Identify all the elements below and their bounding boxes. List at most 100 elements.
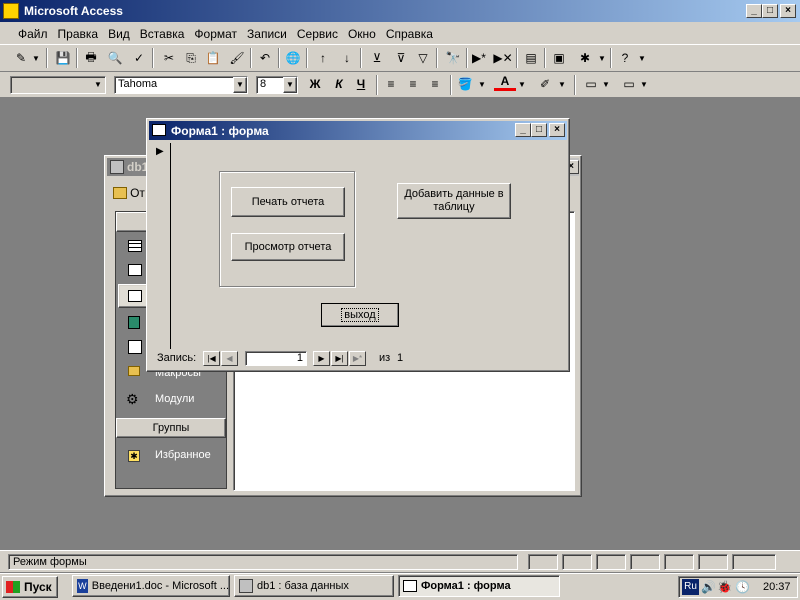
special-effect-icon[interactable]: ▭: [618, 73, 640, 95]
close-button[interactable]: ×: [549, 123, 565, 137]
dropdown-arrow-icon[interactable]: ▼: [600, 73, 612, 95]
dropdown-arrow-icon[interactable]: ▼: [476, 73, 488, 95]
last-record-icon[interactable]: ▶|: [331, 351, 348, 366]
menu-item[interactable]: Правка: [58, 27, 99, 41]
menu-item[interactable]: Файл: [18, 27, 48, 41]
align-center-icon[interactable]: ≡: [402, 73, 424, 95]
underline-button[interactable]: Ч: [350, 73, 372, 95]
save-icon[interactable]: 💾: [52, 47, 74, 69]
undo-icon[interactable]: ↶: [254, 47, 276, 69]
favorites-label[interactable]: Избранное: [155, 449, 211, 461]
groups-header[interactable]: Группы: [116, 418, 226, 438]
first-record-icon[interactable]: |◀: [203, 351, 220, 366]
print-preview-icon[interactable]: 🔍: [104, 47, 126, 69]
menu-item[interactable]: Записи: [247, 27, 287, 41]
previous-record-icon[interactable]: ◀: [221, 351, 238, 366]
query-icon[interactable]: [128, 264, 142, 276]
copy-icon[interactable]: ⎘: [180, 47, 202, 69]
minimize-button[interactable]: _: [515, 123, 531, 137]
volume-icon[interactable]: 🔊: [701, 580, 716, 594]
object-select[interactable]: ▼: [10, 76, 106, 94]
design-view-icon[interactable]: ✎: [10, 47, 32, 69]
sort-ascending-icon[interactable]: ↑: [312, 47, 334, 69]
close-button[interactable]: ×: [780, 4, 796, 18]
help-icon[interactable]: ?: [614, 47, 636, 69]
filter-by-selection-icon[interactable]: ⊻: [366, 47, 388, 69]
app-titlebar[interactable]: Microsoft Access _ □ ×: [0, 0, 800, 22]
dropdown-arrow-icon[interactable]: ▼: [516, 73, 528, 95]
italic-button[interactable]: К: [328, 73, 350, 95]
dropdown-arrow-icon[interactable]: ▼: [636, 47, 648, 69]
filter-by-form-icon[interactable]: ⊽: [390, 47, 412, 69]
taskbar-item-word[interactable]: W Введени1.doc - Microsoft ...: [72, 575, 230, 597]
report-icon[interactable]: [128, 316, 140, 329]
clock-icon[interactable]: 🕓: [735, 580, 750, 594]
menu-item[interactable]: Формат: [194, 27, 237, 41]
menu-item[interactable]: Справка: [386, 27, 433, 41]
sort-descending-icon[interactable]: ↓: [336, 47, 358, 69]
maximize-button[interactable]: □: [762, 4, 778, 18]
font-color-button[interactable]: A: [494, 73, 516, 91]
module-label[interactable]: Модули: [155, 393, 194, 405]
dropdown-arrow-icon[interactable]: ▼: [30, 47, 42, 69]
align-right-icon[interactable]: ≡: [424, 73, 446, 95]
paste-icon[interactable]: 📋: [202, 47, 224, 69]
fill-color-icon[interactable]: 🪣: [454, 73, 476, 95]
minimize-button[interactable]: _: [746, 4, 762, 18]
properties-icon[interactable]: ▤: [520, 47, 542, 69]
language-indicator[interactable]: Ru: [682, 579, 699, 595]
font-size-select[interactable]: 8 ▼: [256, 76, 298, 94]
menu-item[interactable]: Вид: [108, 27, 130, 41]
preview-report-button[interactable]: Просмотр отчета: [231, 233, 345, 261]
next-record-icon[interactable]: ▶: [313, 351, 330, 366]
menu-item[interactable]: Окно: [348, 27, 376, 41]
line-color-icon[interactable]: ✐: [534, 73, 556, 95]
new-object-icon[interactable]: ✱: [574, 47, 596, 69]
new-record-icon[interactable]: ▶*: [468, 47, 490, 69]
dropdown-arrow-icon[interactable]: ▼: [283, 77, 297, 93]
form-titlebar[interactable]: Форма1 : форма _ □ ×: [149, 121, 567, 140]
module-icon[interactable]: ⚙: [126, 391, 139, 408]
print-report-button[interactable]: Печать отчета: [231, 187, 345, 217]
dropdown-arrow-icon[interactable]: ▼: [556, 73, 568, 95]
word-icon: W: [77, 579, 88, 593]
start-button[interactable]: Пуск: [2, 576, 58, 598]
dropdown-arrow-icon[interactable]: ▼: [233, 77, 247, 93]
bold-button[interactable]: Ж: [304, 73, 326, 95]
dropdown-arrow-icon[interactable]: ▼: [638, 73, 650, 95]
hyperlink-icon[interactable]: 🌐: [282, 47, 304, 69]
print-icon[interactable]: 🖶: [80, 47, 102, 69]
spelling-icon[interactable]: ✓: [128, 47, 150, 69]
align-left-icon[interactable]: ≡: [380, 73, 402, 95]
macro-icon[interactable]: [128, 366, 140, 376]
delete-record-icon[interactable]: ▶✕: [492, 47, 514, 69]
open-button[interactable]: От: [130, 186, 145, 200]
taskbar-item-db1[interactable]: db1 : база данных: [234, 575, 394, 597]
add-data-button[interactable]: Добавить данные в таблицу: [397, 183, 511, 219]
form-window[interactable]: Форма1 : форма _ □ × ▶ Печать отчета Про…: [146, 118, 570, 372]
favorites-icon[interactable]: ✱: [128, 450, 140, 462]
page-icon[interactable]: [128, 340, 142, 354]
maximize-button[interactable]: □: [531, 123, 547, 137]
clock[interactable]: 20:37: [763, 581, 791, 593]
current-record-field[interactable]: 1: [245, 351, 307, 366]
line-width-icon[interactable]: ▭: [580, 73, 602, 95]
menu-item[interactable]: Сервис: [297, 27, 338, 41]
font-name-select[interactable]: Tahoma ▼: [114, 76, 248, 94]
apply-filter-icon[interactable]: ▽: [412, 47, 434, 69]
taskbar-item-form1[interactable]: Форма1 : форма: [398, 575, 560, 597]
open-folder-icon[interactable]: [113, 187, 127, 199]
table-icon[interactable]: [128, 240, 142, 252]
cut-icon[interactable]: ✂: [158, 47, 180, 69]
form-icon: [403, 580, 417, 592]
menu-item[interactable]: Вставка: [140, 27, 185, 41]
new-record-nav-icon[interactable]: ▶*: [349, 351, 366, 366]
antivirus-icon[interactable]: 🐞: [717, 580, 732, 594]
format-painter-icon[interactable]: 🖌: [226, 47, 248, 69]
dropdown-arrow-icon[interactable]: ▼: [596, 47, 608, 69]
dropdown-arrow-icon[interactable]: ▼: [91, 77, 105, 93]
exit-button[interactable]: выход: [321, 303, 399, 327]
database-window-icon[interactable]: ▣: [548, 47, 570, 69]
record-selector[interactable]: ▶: [153, 143, 171, 349]
find-icon[interactable]: 🔭: [442, 47, 464, 69]
